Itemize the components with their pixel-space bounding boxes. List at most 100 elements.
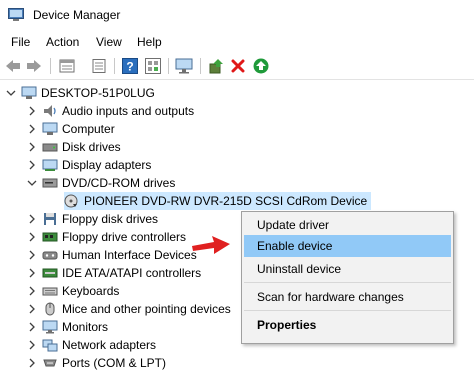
chevron-right-icon[interactable] <box>27 160 37 170</box>
menu-enable-device[interactable]: Enable device <box>244 235 451 257</box>
toolbar-separator <box>114 58 115 74</box>
tree-item-audio[interactable]: Audio inputs and outputs <box>27 102 194 120</box>
menu-properties[interactable]: Properties <box>244 314 451 336</box>
menu-file[interactable]: File <box>11 35 30 49</box>
mouse-icon <box>45 302 55 316</box>
show-hidden-icon[interactable] <box>144 57 162 75</box>
tree-item-network[interactable]: Network adapters <box>27 336 156 354</box>
tree-item-label: Mice and other pointing devices <box>62 302 231 316</box>
properties-icon[interactable] <box>58 57 76 75</box>
tree-item-label: Computer <box>62 122 115 136</box>
tree-item-display[interactable]: Display adapters <box>27 156 151 174</box>
tree-item-pioneer-dvd[interactable]: PIONEER DVD-RW DVR-215D SCSI CdRom Devic… <box>64 192 372 210</box>
tree-item-ports[interactable]: Ports (COM & LPT) <box>27 354 166 372</box>
tree-item-label: Display adapters <box>62 158 152 172</box>
dvd-device-icon <box>64 194 78 208</box>
disk-icon <box>42 143 58 152</box>
tree-item-hid[interactable]: Human Interface Devices <box>27 246 197 264</box>
device-manager-icon <box>8 8 24 21</box>
back-icon[interactable] <box>4 57 22 75</box>
tree-item-label: Audio inputs and outputs <box>62 104 195 118</box>
chevron-right-icon[interactable] <box>27 214 37 224</box>
menu-help[interactable]: Help <box>137 35 162 49</box>
chevron-right-icon[interactable] <box>27 250 37 260</box>
monitor-icon <box>42 320 58 334</box>
tree-item-label: Network adapters <box>62 338 157 352</box>
update-icon[interactable] <box>90 57 108 75</box>
forward-icon[interactable] <box>25 57 43 75</box>
tree-item-keyboards[interactable]: Keyboards <box>27 282 119 300</box>
help-icon[interactable]: ? <box>121 57 139 75</box>
uninstall-icon[interactable] <box>229 57 247 75</box>
chevron-right-icon[interactable] <box>27 340 37 350</box>
menu-action[interactable]: Action <box>46 35 79 49</box>
speaker-icon <box>44 105 56 117</box>
computer-icon <box>21 86 37 99</box>
tree-item-label: PIONEER DVD-RW DVR-215D SCSI CdRom Devic… <box>84 194 368 208</box>
window-title: Device Manager <box>33 8 121 22</box>
chevron-right-icon[interactable] <box>27 142 37 152</box>
chevron-down-icon[interactable] <box>6 88 16 98</box>
network-icon <box>42 339 58 352</box>
tree-item-floppy[interactable]: Floppy disk drives <box>27 210 158 228</box>
toolbar-separator <box>50 58 51 74</box>
svg-text:?: ? <box>126 60 133 74</box>
menu-item-label: Properties <box>257 318 317 332</box>
title-bar: Device Manager <box>0 0 474 31</box>
tree-item-label: DVD/CD-ROM drives <box>62 176 176 190</box>
port-icon <box>43 359 57 367</box>
chevron-right-icon[interactable] <box>27 358 37 368</box>
tree-item-mice[interactable]: Mice and other pointing devices <box>27 300 231 318</box>
hid-icon <box>42 251 58 260</box>
chevron-right-icon[interactable] <box>27 304 37 314</box>
toolbar: ? <box>0 53 474 80</box>
menu-bar: File Action View Help <box>0 32 474 52</box>
tree-item-label: Human Interface Devices <box>62 248 197 262</box>
ide-icon <box>42 268 58 278</box>
tree-item-monitors[interactable]: Monitors <box>27 318 108 336</box>
chevron-right-icon[interactable] <box>27 106 37 116</box>
chevron-right-icon[interactable] <box>27 124 37 134</box>
menu-scan-hardware[interactable]: Scan for hardware changes <box>244 286 451 308</box>
context-menu: Update driver Enable device Uninstall de… <box>241 211 454 344</box>
tree-root-label: DESKTOP-51P0LUG <box>41 86 155 100</box>
menu-separator <box>244 282 451 283</box>
tree-item-label: Disk drives <box>62 140 121 154</box>
add-driver-icon[interactable] <box>207 57 225 75</box>
tree-item-label: Keyboards <box>62 284 120 298</box>
controller-icon <box>42 232 58 242</box>
tree-item-floppy-controller[interactable]: Floppy drive controllers <box>27 228 186 246</box>
enable-icon[interactable] <box>252 57 270 75</box>
menu-separator <box>244 310 451 311</box>
menu-view[interactable]: View <box>96 35 122 49</box>
tree-item-label: Floppy drive controllers <box>62 230 187 244</box>
tree-item-label: Ports (COM & LPT) <box>62 356 167 370</box>
chevron-right-icon[interactable] <box>27 286 37 296</box>
tree-item-label: Monitors <box>62 320 109 334</box>
tree-item-dvd[interactable]: DVD/CD-ROM drives <box>27 174 175 192</box>
menu-item-label: Scan for hardware changes <box>257 290 404 304</box>
chevron-right-icon[interactable] <box>27 232 37 242</box>
menu-item-label: Update driver <box>257 218 330 232</box>
tree-item-ide[interactable]: IDE ATA/ATAPI controllers <box>27 264 201 282</box>
monitor-icon[interactable] <box>175 57 193 75</box>
tree-item-label: Floppy disk drives <box>62 212 159 226</box>
display-adapter-icon <box>42 159 58 171</box>
keyboard-icon <box>42 287 58 296</box>
chevron-right-icon[interactable] <box>27 268 37 278</box>
menu-uninstall-device[interactable]: Uninstall device <box>244 258 451 280</box>
computer-icon <box>42 122 58 135</box>
chevron-right-icon[interactable] <box>27 322 37 332</box>
floppy-icon <box>44 213 56 225</box>
tree-item-computer[interactable]: Computer <box>27 120 115 138</box>
chevron-down-icon[interactable] <box>27 178 37 188</box>
tree-root[interactable]: DESKTOP-51P0LUG <box>6 84 155 102</box>
toolbar-separator <box>168 58 169 74</box>
tree-item-label: IDE ATA/ATAPI controllers <box>62 266 202 280</box>
dvd-icon <box>42 178 58 188</box>
tree-item-disk[interactable]: Disk drives <box>27 138 121 156</box>
toolbar-separator <box>200 58 201 74</box>
menu-item-label: Enable device <box>257 239 333 253</box>
menu-update-driver[interactable]: Update driver <box>244 214 451 236</box>
pointer-arrow-icon <box>192 236 230 254</box>
